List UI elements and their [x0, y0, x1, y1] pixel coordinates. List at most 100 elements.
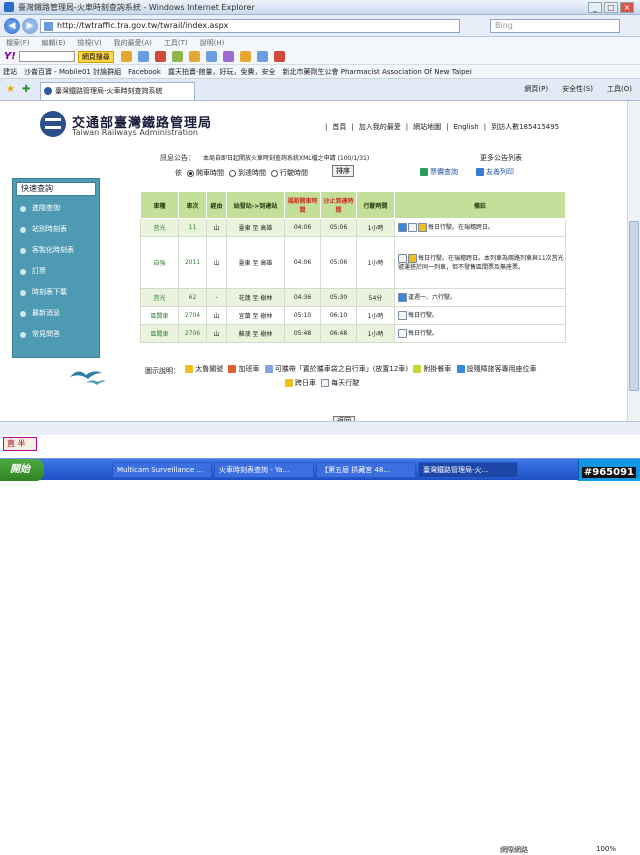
train-via: 山: [206, 306, 227, 325]
note-text: 每日行駛。在瑞穗跨日。本列車為兩路列車與11次莒光號運搭於同一列車，但不發售區間…: [398, 254, 564, 271]
forward-nav-icon[interactable]: ▶: [22, 18, 38, 34]
task-button-active[interactable]: 臺灣鐵路管理局-火...: [418, 462, 518, 478]
back-nav-icon[interactable]: ◀: [4, 18, 20, 34]
nav-sitemap[interactable]: 網站地圖: [413, 122, 441, 132]
train-dep: 05:10: [284, 306, 321, 325]
train-type[interactable]: 區間車: [140, 306, 179, 325]
fav-item[interactable]: 沙崙百寶 - Mobile01 討論群組: [24, 67, 121, 77]
toolbar-icon[interactable]: [154, 51, 166, 62]
zoom-level[interactable]: 100%: [596, 845, 616, 853]
train-type[interactable]: 莒光: [140, 218, 179, 237]
cmd-page[interactable]: 網頁(P): [524, 84, 548, 94]
radio-icon: [187, 169, 194, 177]
note-text: 每日行駛。在瑞穗跨日。: [428, 224, 495, 231]
menu-edit[interactable]: 編輯(E): [42, 38, 66, 48]
start-button[interactable]: 開始: [0, 459, 44, 481]
toolbar-icon[interactable]: [171, 51, 183, 62]
sidebar-item-station[interactable]: 站別時刻表: [16, 221, 96, 238]
train-type[interactable]: 自強: [140, 236, 179, 289]
sidebar-item-advanced[interactable]: 進階查詢: [16, 200, 96, 217]
url-input[interactable]: http://twtraffic.tra.gov.tw/twrail/index…: [40, 19, 460, 33]
train-note: 逢週一、六行駛。: [394, 288, 566, 307]
sort-radio-arrival[interactable]: 到達時間: [229, 168, 266, 178]
toolbar-icon[interactable]: [188, 51, 200, 62]
menu-tools[interactable]: 工具(T): [164, 38, 188, 48]
legend-item: 設殘障旅客專用座位車: [456, 363, 537, 375]
tab-current[interactable]: 臺灣鐵路管理局-火車時刻查詢系統: [40, 82, 195, 100]
sort-radio-departure[interactable]: 開車時間: [187, 168, 224, 178]
train-dur: 1小時: [356, 218, 395, 237]
favorites-star-icon[interactable]: ★: [6, 84, 15, 95]
train-type[interactable]: 區間車: [140, 324, 179, 343]
ime-indicator[interactable]: 直 半: [3, 437, 37, 451]
print-link[interactable]: 友善列印: [476, 167, 514, 177]
toolbar-icon[interactable]: [256, 51, 268, 62]
train-no[interactable]: 2011: [178, 236, 207, 289]
print-icon: [476, 168, 484, 176]
sidebar-item-custom[interactable]: 客製化時刻表: [16, 242, 96, 259]
toolbar-icon[interactable]: [205, 51, 217, 62]
legend-item: 加班車: [228, 363, 259, 375]
train-route: 花蓮 至 樹林: [226, 288, 285, 307]
nav-add-favorite[interactable]: 加入我的最愛: [359, 122, 401, 132]
add-favorite-icon[interactable]: ✚: [22, 84, 30, 95]
task-button[interactable]: 火車時刻表查詢 - Ya...: [214, 462, 314, 478]
fav-item[interactable]: 建站: [3, 67, 17, 77]
train-no[interactable]: 2704: [178, 306, 207, 325]
notice-link[interactable]: 本局自即日起開放火車時刻查詢系統XML檔之申請 (100/1/31): [203, 153, 369, 162]
menu-help[interactable]: 說明(H): [200, 38, 225, 48]
table-row: 區間車 2706 山 蘇澳 至 樹林 05:48 06:48 1小時 每日行駛。: [140, 324, 566, 343]
train-type[interactable]: 莒光: [140, 288, 179, 307]
fav-item[interactable]: Facebook: [128, 68, 161, 76]
toolbar-icon[interactable]: [120, 51, 132, 62]
col-header[interactable]: 沙止到達時間: [320, 191, 357, 219]
nav-home[interactable]: 首頁: [332, 122, 346, 132]
overnight-icon: [408, 253, 417, 263]
window-title: 臺灣鐵路管理局-火車時刻查詢系統 - Windows Internet Expl…: [18, 2, 255, 12]
search-input[interactable]: Bing: [490, 19, 620, 33]
toolbar-icon[interactable]: [239, 51, 251, 62]
col-header[interactable]: 車種: [140, 191, 179, 219]
close-button[interactable]: ×: [620, 2, 634, 13]
cmd-safety[interactable]: 安全性(S): [562, 84, 593, 94]
minimize-button[interactable]: _: [588, 2, 602, 13]
scrollbar-thumb[interactable]: [629, 221, 639, 391]
fav-item[interactable]: 新北市藥劑生公會 Pharmacist Association Of New T…: [283, 67, 472, 77]
fav-item[interactable]: 露天拍賣-館量，好玩，免費，安全: [168, 67, 276, 77]
nav-english[interactable]: English: [453, 123, 478, 131]
vertical-scrollbar[interactable]: [627, 101, 640, 421]
sort-radio-duration[interactable]: 行駛時間: [271, 168, 308, 178]
search-placeholder: Bing: [495, 21, 513, 30]
toolbar-icon[interactable]: [273, 51, 285, 62]
toolbar-icon[interactable]: [137, 51, 149, 62]
bullet-icon: [20, 248, 26, 254]
task-button[interactable]: Multicam Surveillance ...: [112, 462, 212, 478]
menu-view[interactable]: 檢視(V): [77, 38, 101, 48]
train-no[interactable]: 11: [178, 218, 207, 237]
sidebar-item-booking[interactable]: 訂票: [16, 263, 96, 280]
sort-label: 依: [175, 169, 182, 177]
sort-button[interactable]: 排序: [332, 165, 354, 177]
sidebar-item-news[interactable]: 最新消息: [16, 305, 96, 322]
task-button[interactable]: 【第五屆 拱藏宮 48...: [316, 462, 416, 478]
menu-favorites[interactable]: 我的最愛(A): [114, 38, 152, 48]
page-icon: [44, 22, 53, 31]
col-header[interactable]: 福斯開車時間: [284, 191, 321, 219]
col-header[interactable]: 行駛時間: [356, 191, 395, 219]
yahoo-search-input[interactable]: [18, 51, 75, 62]
train-no[interactable]: 2706: [178, 324, 207, 343]
sidebar-item-faq[interactable]: 常見問答: [16, 326, 96, 343]
menu-file[interactable]: 檔案(F): [6, 38, 30, 48]
train-route: 臺東 至 高雄: [226, 218, 285, 237]
toolbar-icon[interactable]: [222, 51, 234, 62]
more-notice-link[interactable]: 更多公告列表: [480, 153, 522, 163]
cmd-tools[interactable]: 工具(O): [607, 84, 632, 94]
sidebar-item-label: 進階查詢: [32, 204, 60, 212]
sidebar-item-download[interactable]: 時刻表下載: [16, 284, 96, 301]
col-header[interactable]: 車次: [178, 191, 207, 219]
train-no[interactable]: 62: [178, 288, 207, 307]
yahoo-search-button[interactable]: 網頁搜尋: [77, 50, 114, 63]
train-note: 每日行駛。: [394, 324, 566, 343]
maximize-button[interactable]: □: [604, 2, 618, 13]
fare-query-link[interactable]: 票價查詢: [420, 167, 458, 177]
